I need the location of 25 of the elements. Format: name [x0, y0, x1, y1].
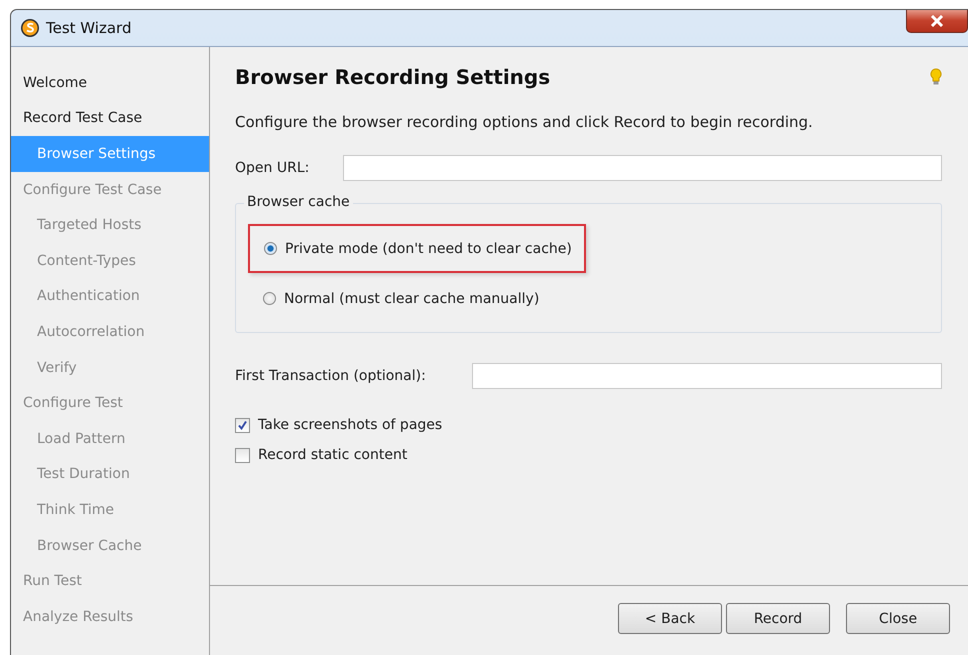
lightbulb-icon[interactable] [930, 68, 942, 86]
sidebar-item[interactable]: Record Test Case [11, 100, 209, 136]
radio-button[interactable] [264, 242, 277, 255]
sidebar-item[interactable]: Welcome [11, 65, 209, 101]
sidebar-item[interactable]: Browser Settings [11, 136, 209, 172]
dialog-button[interactable]: < Back [618, 603, 722, 634]
url-input-field[interactable] [343, 155, 942, 181]
checkbox-label: Take screenshots of pages [258, 417, 442, 433]
radio-label: Private mode (don't need to clear cache) [285, 240, 572, 256]
close-icon [930, 14, 944, 26]
close-button[interactable] [906, 10, 968, 33]
checkbox[interactable] [235, 448, 250, 462]
first-transaction-label: First Transaction (optional): [235, 368, 426, 384]
page-heading: Browser Recording Settings [235, 65, 550, 89]
transaction-input-field[interactable] [472, 363, 942, 389]
app-logo-icon [20, 18, 40, 38]
dialog-button[interactable]: Record [726, 603, 830, 634]
checkbox-label: Record static content [258, 447, 408, 463]
radio-label: Normal (must clear cache manually) [284, 290, 540, 306]
radio-button[interactable] [263, 292, 276, 305]
intro-text: Configure the browser recording options and click Record to begin recording. [235, 113, 814, 131]
dialog-button[interactable]: Close [846, 603, 950, 634]
checkbox[interactable] [235, 418, 250, 432]
window-title: Test Wizard [46, 19, 132, 37]
open-url-label: Open URL: [235, 160, 310, 176]
